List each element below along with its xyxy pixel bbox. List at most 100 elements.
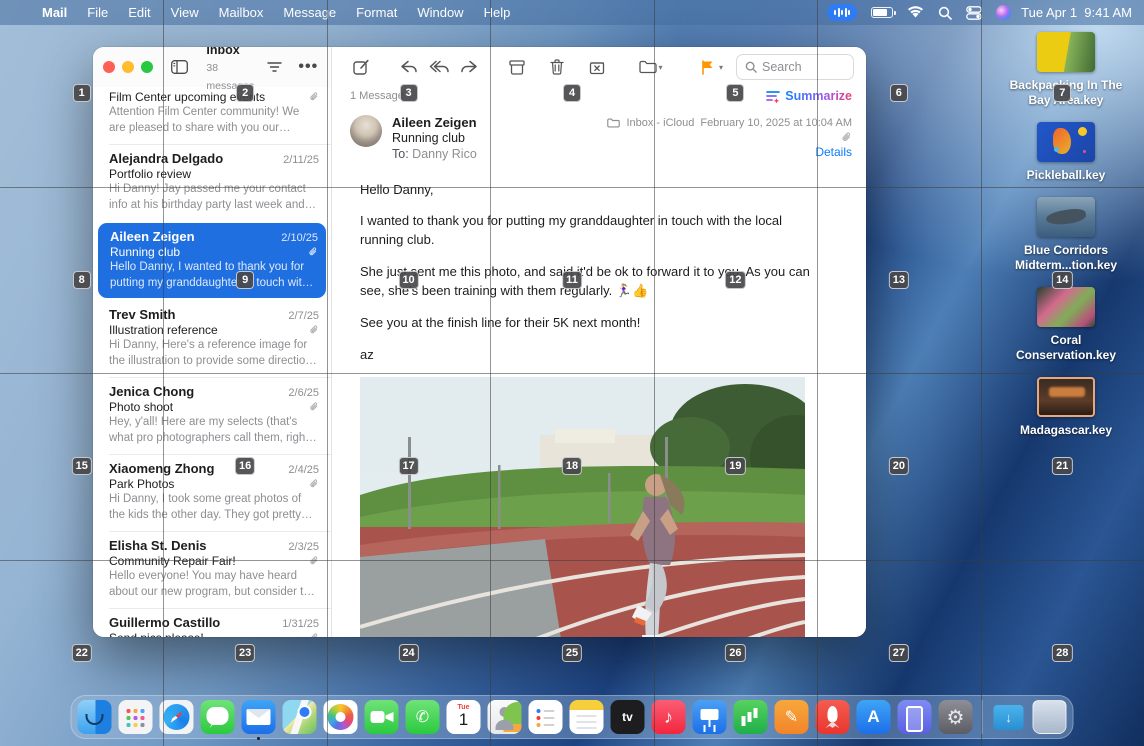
voice-control-icon[interactable]: [827, 4, 857, 21]
attached-photo-runner[interactable]: [360, 377, 805, 637]
dock-finder-icon[interactable]: [78, 700, 112, 734]
message-preview: Hello everyone! You may have heard about…: [109, 569, 319, 600]
message-preview: Hi Danny, I took some great photos of th…: [109, 492, 319, 523]
menu-item-view[interactable]: View: [161, 5, 209, 20]
dock-appletv-icon[interactable]: tv: [611, 700, 645, 734]
dock-launchpad-icon[interactable]: [119, 700, 153, 734]
dock-numbers-icon[interactable]: [734, 700, 768, 734]
file-thumbnail[interactable]: [1037, 197, 1095, 237]
file-thumbnail[interactable]: [1037, 122, 1095, 162]
dock-messages-icon[interactable]: [201, 700, 235, 734]
menu-item-format[interactable]: Format: [346, 5, 407, 20]
zoom-window-button[interactable]: [141, 61, 153, 73]
siri-icon[interactable]: [996, 5, 1011, 20]
menu-item-mailbox[interactable]: Mailbox: [209, 5, 274, 20]
message-sender: Guillermo Castillo: [109, 615, 220, 630]
dock-facetime-icon[interactable]: [365, 700, 399, 734]
battery-icon[interactable]: [871, 7, 893, 18]
dock-iphonemirror-icon[interactable]: [898, 700, 932, 734]
menu-bar-clock[interactable]: Tue Apr 1 9:41 AM: [1021, 5, 1132, 20]
wifi-icon[interactable]: [907, 6, 924, 19]
message-body: Hello Danny, I wanted to thank you for p…: [332, 169, 866, 638]
desktop-file[interactable]: Backpacking In The Bay Area.key: [1006, 32, 1126, 108]
forward-button[interactable]: [456, 55, 482, 79]
dock-appstore-icon[interactable]: A: [857, 700, 891, 734]
message-row[interactable]: Jenica Chong2/6/25 Photo shoot Hey, y'al…: [93, 377, 331, 454]
menu-item-mail[interactable]: Mail: [32, 5, 77, 20]
attachment-icon: [309, 92, 319, 102]
dock-pages-icon[interactable]: ✎: [775, 700, 809, 734]
message-row-selected[interactable]: Aileen Zeigen2/10/25 Running club Hello …: [98, 223, 326, 298]
search-input[interactable]: Search: [736, 54, 854, 80]
dock-photos-icon[interactable]: [324, 700, 358, 734]
message-row[interactable]: Trev Smith2/7/25 Illustration reference …: [93, 300, 331, 377]
desktop-file[interactable]: Madagascar.key: [1006, 377, 1126, 438]
dock-rocket-icon[interactable]: [816, 700, 850, 734]
message-preview: Hello Danny, I wanted to thank you for p…: [110, 260, 318, 291]
dock-contacts-icon[interactable]: [488, 700, 522, 734]
minimize-window-button[interactable]: [122, 61, 134, 73]
message-subject: Illustration reference: [109, 323, 218, 337]
message-row[interactable]: Alejandra Delgado2/11/25 Portfolio revie…: [93, 144, 331, 221]
dock-keynote-icon[interactable]: [693, 700, 727, 734]
message-row[interactable]: Guillermo Castillo1/31/25 Send pics plea…: [93, 608, 331, 637]
message-subject: Park Photos: [109, 477, 174, 491]
menu-item-help[interactable]: Help: [474, 5, 521, 20]
dock-music-icon[interactable]: ♪: [652, 700, 686, 734]
file-thumbnail[interactable]: [1037, 377, 1095, 417]
move-to-folder-button[interactable]: ▾: [632, 55, 670, 79]
compose-button[interactable]: [348, 55, 374, 79]
message-row[interactable]: Elisha St. Denis2/3/25 Community Repair …: [93, 531, 331, 608]
message-row[interactable]: Xiaomeng Zhong2/4/25 Park Photos Hi Dann…: [93, 454, 331, 531]
mailbox-name: Inbox: [206, 47, 239, 57]
file-label: Pickleball.key: [1027, 168, 1106, 183]
control-center-icon[interactable]: [966, 6, 982, 20]
delete-button[interactable]: [544, 55, 570, 79]
dock-safari-icon[interactable]: [160, 700, 194, 734]
archive-button[interactable]: [504, 55, 530, 79]
desktop-files: Backpacking In The Bay Area.key Picklebal…: [1006, 32, 1126, 438]
file-thumbnail[interactable]: [1037, 32, 1095, 72]
dock-calendar-icon[interactable]: Tue1: [447, 700, 481, 734]
message-row[interactable]: Film Center upcoming events Attention Fi…: [93, 87, 331, 144]
summarize-button[interactable]: Summarize: [766, 89, 852, 103]
details-link[interactable]: Details: [815, 143, 852, 161]
dock-notes-icon[interactable]: [570, 700, 604, 734]
reply-button[interactable]: [396, 55, 422, 79]
dock-downloads-icon[interactable]: [992, 700, 1026, 734]
sidebar-toggle-button[interactable]: [167, 57, 192, 77]
menu-item-file[interactable]: File: [77, 5, 118, 20]
message-list-pane: Inbox 38 messages ••• Film Center upcomi…: [93, 47, 332, 637]
dock-maps-icon[interactable]: [283, 700, 317, 734]
dock-reminders-icon[interactable]: [529, 700, 563, 734]
desktop-file[interactable]: Pickleball.key: [1006, 122, 1126, 183]
grid-cell-label: 20: [889, 457, 909, 475]
desktop-file[interactable]: Coral Conservation.key: [1006, 287, 1126, 363]
sender-avatar[interactable]: [350, 115, 382, 147]
menu-item-window[interactable]: Window: [407, 5, 473, 20]
filter-messages-button[interactable]: [262, 57, 287, 77]
flag-button[interactable]: ▾: [692, 55, 732, 79]
message-date: 2/3/25: [288, 541, 319, 553]
reply-all-button[interactable]: [426, 55, 452, 79]
mail-toolbar: ▾ ▾ Search: [332, 47, 866, 87]
desktop-file[interactable]: Blue Corridors Midterm...tion.key: [1006, 197, 1126, 273]
mail-window: Inbox 38 messages ••• Film Center upcomi…: [93, 47, 866, 637]
dock-settings-icon[interactable]: ⚙: [939, 700, 973, 734]
message-date: 2/4/25: [288, 464, 319, 476]
close-window-button[interactable]: [103, 61, 115, 73]
attachment-icon: [309, 633, 319, 637]
dock-mail-icon[interactable]: [242, 700, 276, 734]
dock-phone-icon[interactable]: ✆: [406, 700, 440, 734]
spotlight-search-icon[interactable]: [938, 6, 952, 20]
more-options-button[interactable]: •••: [296, 57, 321, 77]
attachment-icon: [309, 556, 319, 566]
junk-button[interactable]: [584, 55, 610, 79]
grid-line: [981, 0, 982, 746]
menu-item-message[interactable]: Message: [273, 5, 346, 20]
file-thumbnail[interactable]: [1037, 287, 1095, 327]
file-label: Blue Corridors Midterm...tion.key: [1006, 243, 1126, 273]
mailbox-title: Inbox 38 messages: [200, 47, 254, 93]
dock-trash-icon[interactable]: [1033, 700, 1067, 734]
menu-item-edit[interactable]: Edit: [118, 5, 160, 20]
